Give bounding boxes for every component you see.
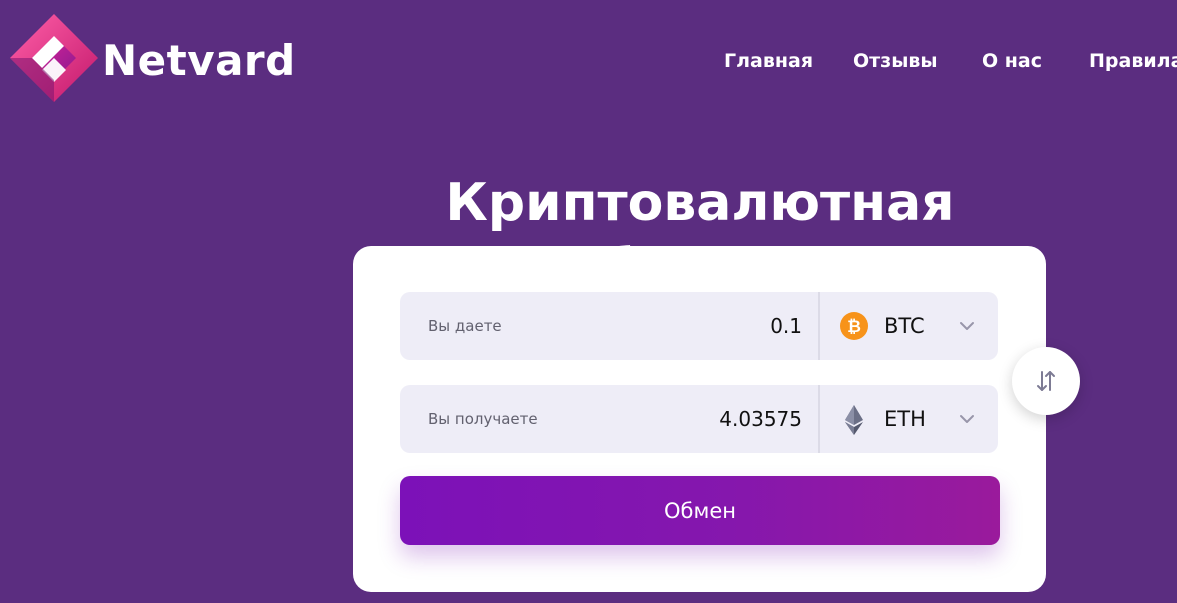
give-amount-input[interactable] <box>602 292 802 360</box>
get-amount-input[interactable] <box>602 385 802 453</box>
give-currency-code: BTC <box>884 314 925 338</box>
diamond-logo-icon[interactable] <box>8 12 100 104</box>
get-label: Вы получаете <box>428 410 538 428</box>
chevron-down-icon <box>958 411 976 425</box>
chevron-down-icon <box>958 318 976 332</box>
exchange-button[interactable]: Обмен <box>400 476 1000 545</box>
bitcoin-icon: ₿ <box>840 312 868 340</box>
give-currency-select[interactable]: ₿ BTC <box>820 292 998 360</box>
nav-item-home[interactable]: Главная <box>724 48 813 74</box>
nav-item-about[interactable]: О нас <box>982 48 1042 74</box>
give-field: Вы даете ₿ BTC <box>400 292 998 360</box>
site-header: Netvard Главная Отзывы О нас Правила <box>0 0 1177 120</box>
swap-button[interactable] <box>1012 347 1080 415</box>
exchange-card: Вы даете ₿ BTC Вы получаете <box>353 246 1046 592</box>
nav-item-reviews[interactable]: Отзывы <box>853 48 938 74</box>
nav-item-rules[interactable]: Правила <box>1089 48 1177 74</box>
ethereum-icon <box>840 405 868 435</box>
get-currency-code: ETH <box>884 407 926 431</box>
get-field: Вы получаете ETH <box>400 385 998 453</box>
svg-text:₿: ₿ <box>847 317 861 337</box>
brand-name[interactable]: Netvard <box>102 34 296 88</box>
get-currency-select[interactable]: ETH <box>820 385 998 453</box>
swap-arrows-icon <box>1037 371 1055 391</box>
give-label: Вы даете <box>428 317 502 335</box>
